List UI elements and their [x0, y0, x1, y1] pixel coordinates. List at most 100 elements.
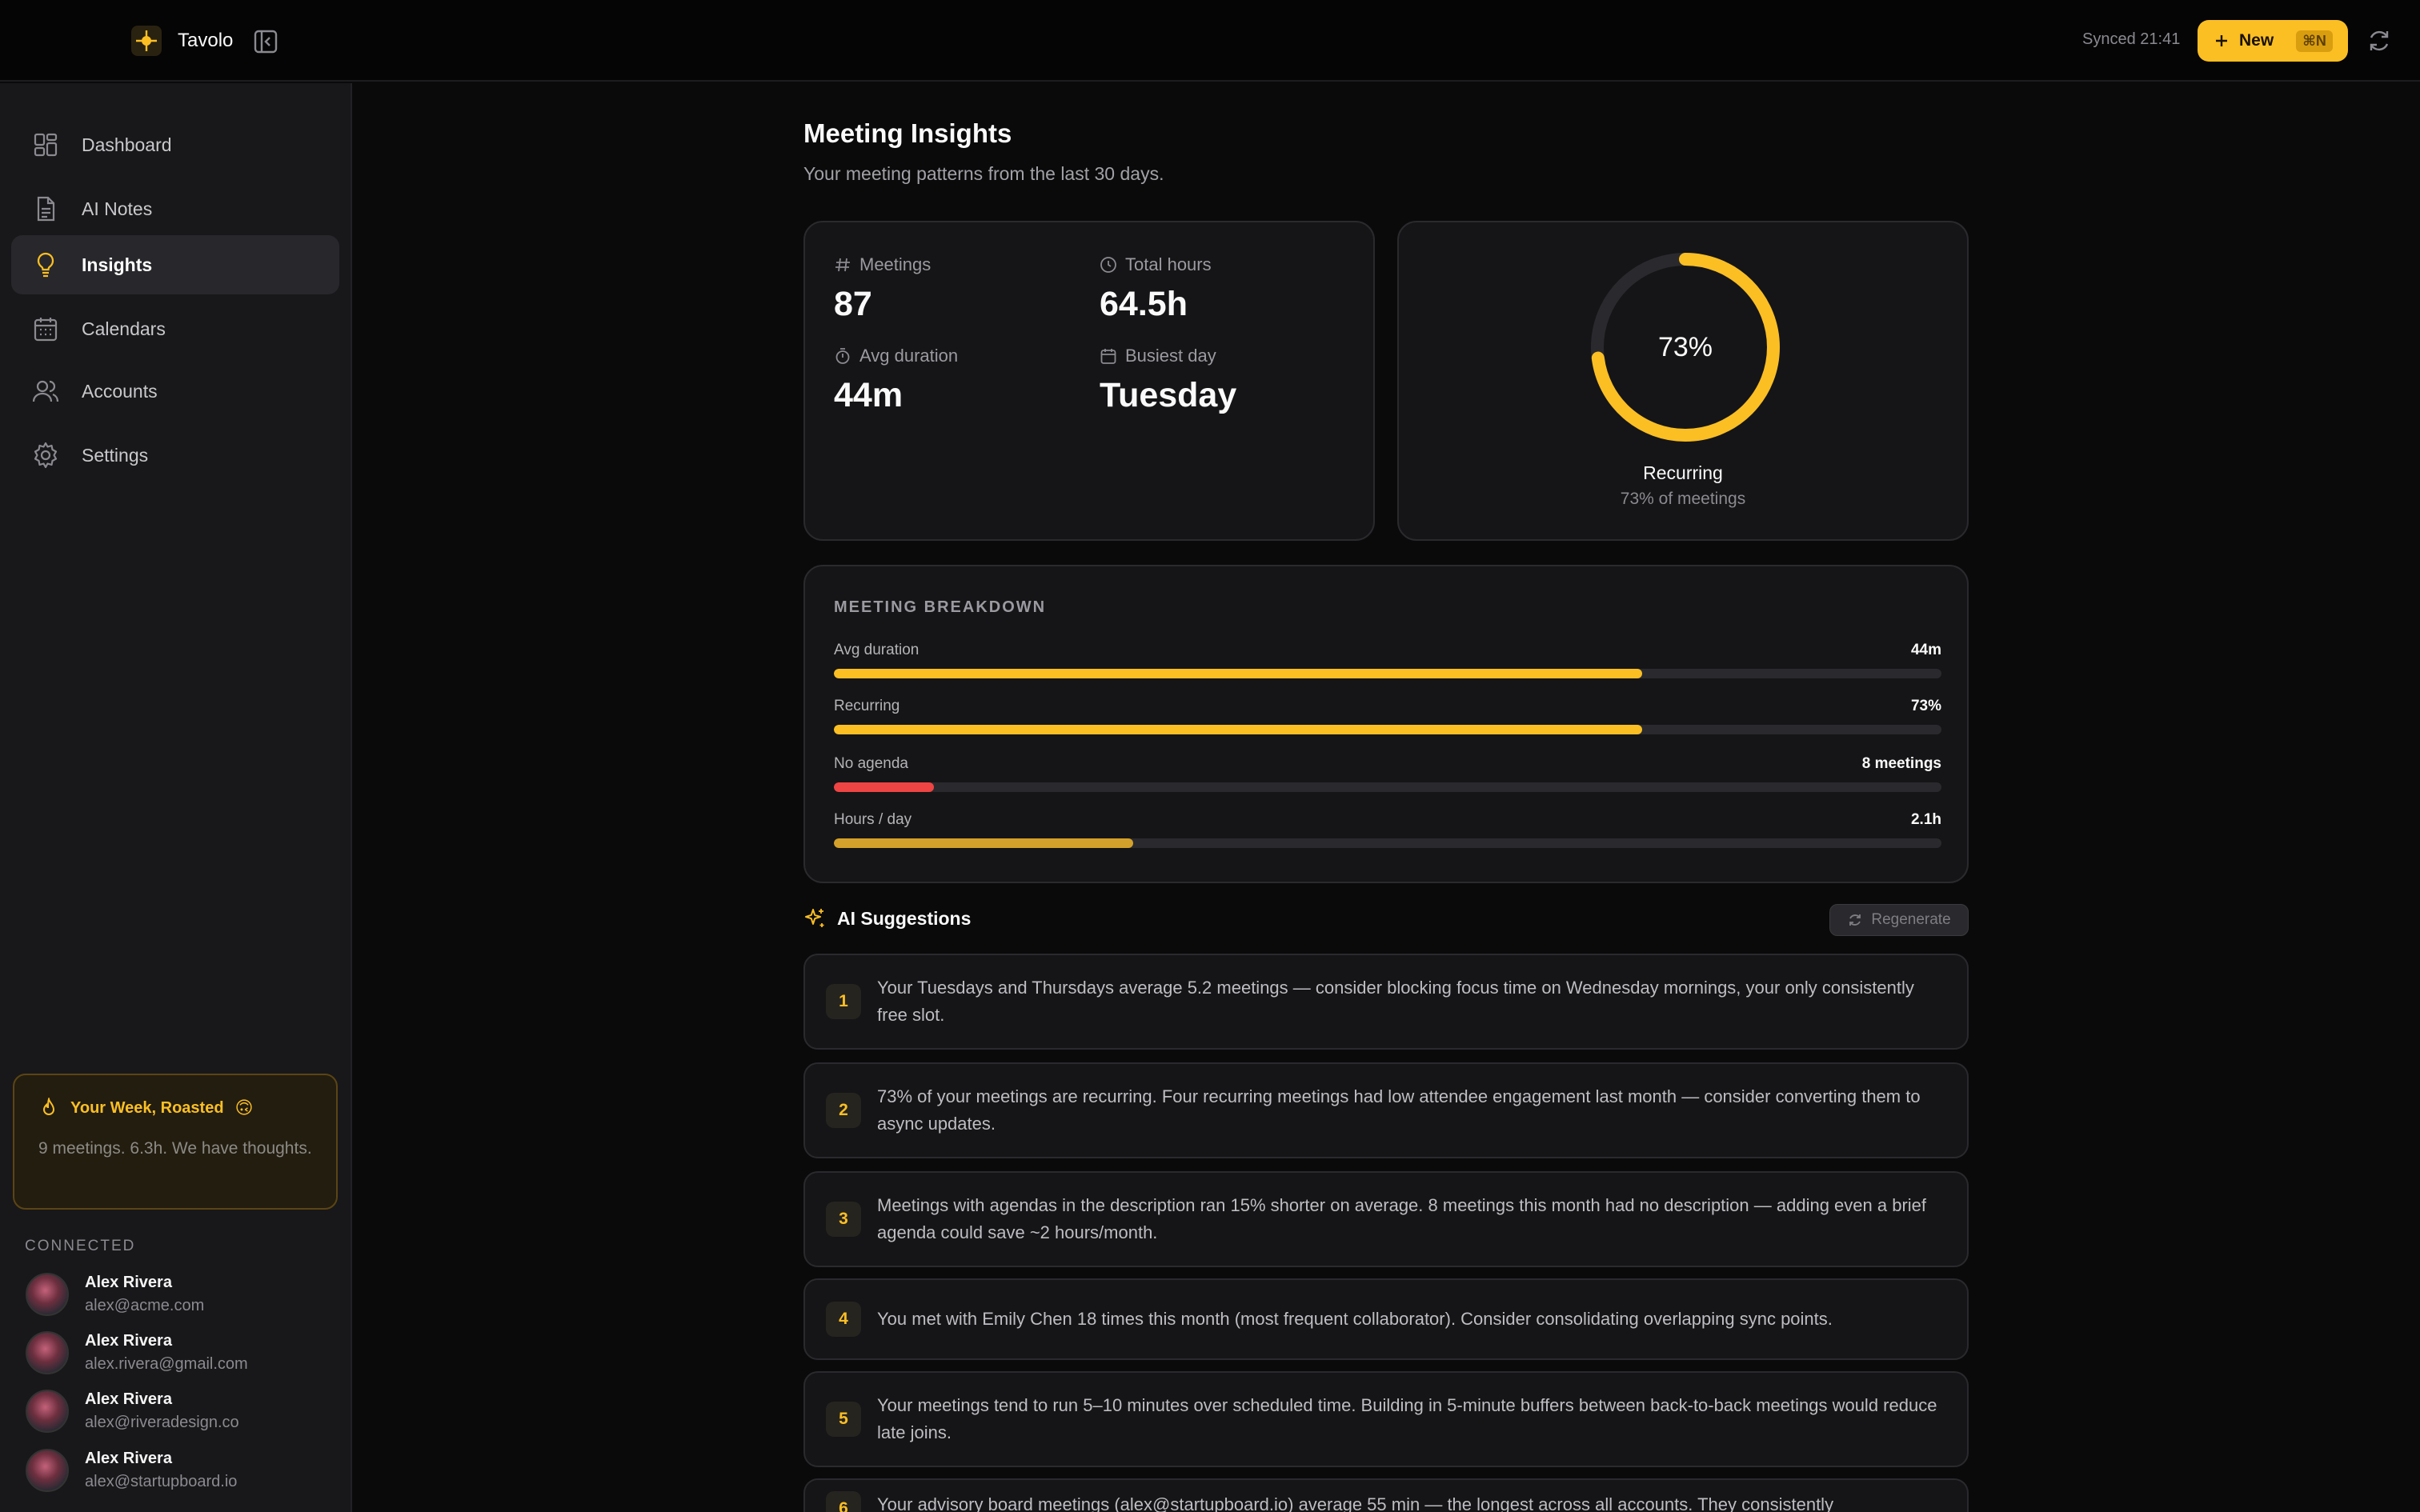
stat-busiest-day: Busiest day Tuesday — [1100, 346, 1236, 415]
suggestion-number: 6 — [826, 1491, 861, 1512]
recurring-ring: 73% — [1588, 250, 1783, 445]
breakdown-bar-fill — [834, 838, 1133, 848]
suggestion-item[interactable]: 2 73% of your meetings are recurring. Fo… — [803, 1062, 1969, 1158]
avatar — [26, 1390, 69, 1433]
collapse-sidebar-button[interactable] — [253, 29, 278, 54]
ai-suggestions-title-text: AI Suggestions — [837, 907, 972, 929]
flame-icon — [42, 1098, 55, 1115]
account-name: Alex Rivera — [85, 1274, 172, 1291]
page-title: Meeting Insights — [803, 118, 1012, 148]
recurring-sub: 73% of meetings — [1620, 490, 1746, 508]
new-button[interactable]: New ⌘N — [2198, 20, 2348, 62]
roast-text: 9 meetings. 6.3h. We have thoughts. — [38, 1139, 312, 1158]
avatar — [26, 1331, 69, 1374]
breakdown-value: 44m — [1910, 642, 1941, 658]
stat-total-hours: Total hours 64.5h — [1100, 254, 1212, 324]
suggestion-number: 1 — [826, 984, 861, 1019]
roast-title: Your Week, Roasted 🙃 — [38, 1098, 312, 1118]
meeting-breakdown-card: MEETING BREAKDOWN Avg duration 44m Recurr… — [803, 565, 1969, 883]
regenerate-button[interactable]: Regenerate — [1829, 904, 1969, 936]
connected-account[interactable]: Alex Rivera alex.rivera@gmail.com — [26, 1327, 338, 1378]
calendar-icon — [34, 318, 58, 342]
plus-icon — [2216, 35, 2227, 46]
recurring-card: 73% Recurring 73% of meetings — [1397, 221, 1969, 541]
sidebar-item-label: Settings — [82, 444, 149, 466]
sidebar-item-label: Calendars — [82, 318, 166, 339]
ai-suggestions-header: AI Suggestions Regenerate — [803, 904, 1969, 938]
breakdown-label: No agenda — [834, 755, 908, 772]
regenerate-label: Regenerate — [1871, 911, 1951, 928]
avatar — [26, 1449, 69, 1492]
sidebar-item-insights[interactable]: Insights — [11, 235, 339, 294]
refresh-button[interactable] — [2366, 27, 2393, 54]
sparkles-icon — [805, 909, 824, 927]
stat-label: Avg duration — [859, 346, 959, 366]
breakdown-label: Recurring — [834, 698, 900, 714]
suggestion-text: Your meetings tend to run 5–10 minutes o… — [877, 1395, 1937, 1442]
refresh-icon — [2370, 30, 2389, 51]
users-icon — [32, 380, 59, 402]
suggestion-number: 4 — [826, 1302, 861, 1337]
suggestion-text: Your advisory board meetings (alex@start… — [877, 1494, 1834, 1512]
breakdown-title: MEETING BREAKDOWN — [834, 598, 1047, 616]
breakdown-value: 73% — [1910, 698, 1941, 714]
stat-label: Total hours — [1125, 254, 1212, 274]
gear-icon — [34, 442, 58, 469]
sidebar: Dashboard AI Notes Insights Calendars Ac… — [0, 83, 352, 1512]
hash-icon — [835, 258, 850, 272]
ai-suggestions-title: AI Suggestions — [803, 907, 971, 930]
account-email: alex@acme.com — [85, 1297, 205, 1314]
brand[interactable]: Tavolo — [131, 26, 233, 56]
refresh-icon — [1849, 914, 1861, 926]
sidebar-item-ai-notes[interactable]: AI Notes — [11, 179, 339, 238]
breakdown-bar-track — [834, 669, 1941, 678]
weekly-roast-card[interactable]: Your Week, Roasted 🙃 9 meetings. 6.3h. W… — [13, 1074, 338, 1210]
breakdown-value: 8 meetings — [1861, 755, 1941, 772]
breakdown-bar-fill — [834, 782, 934, 792]
suggestion-text: 73% of your meetings are recurring. Four… — [877, 1086, 1921, 1134]
suggestion-item[interactable]: 3 Meetings with agendas in the descripti… — [803, 1171, 1969, 1267]
top-bar: Tavolo Synced 21:41 New ⌘N — [0, 0, 2420, 82]
sidebar-item-label: Insights — [82, 254, 153, 275]
breakdown-bar-fill — [834, 725, 1643, 734]
stat-value: 87 — [834, 285, 872, 323]
stat-value: Tuesday — [1100, 376, 1237, 414]
sidebar-item-settings[interactable]: Settings — [11, 426, 339, 485]
sidebar-item-label: Accounts — [82, 380, 158, 402]
suggestion-number: 5 — [826, 1402, 861, 1437]
sidebar-item-accounts[interactable]: Accounts — [11, 362, 339, 421]
lightbulb-icon — [37, 252, 54, 278]
suggestion-item[interactable]: 1 Your Tuesdays and Thursdays average 5.… — [803, 954, 1969, 1050]
new-shortcut-badge: ⌘N — [2296, 30, 2333, 52]
new-button-label: New — [2239, 31, 2274, 50]
breakdown-row-recurring: Recurring 73% — [834, 698, 1941, 734]
recurring-percent: 73% — [1657, 331, 1713, 362]
dashboard-icon — [34, 133, 58, 157]
suggestion-item[interactable]: 4 You met with Emily Chen 18 times this … — [803, 1278, 1969, 1360]
breakdown-label: Avg duration — [834, 642, 920, 658]
account-name: Alex Rivera — [85, 1390, 172, 1408]
sidebar-item-dashboard[interactable]: Dashboard — [11, 115, 339, 174]
avatar — [26, 1273, 69, 1316]
connected-account[interactable]: Alex Rivera alex@acme.com — [26, 1269, 338, 1320]
stat-value: 44m — [834, 376, 903, 414]
account-email: alex@riveradesign.co — [85, 1414, 239, 1431]
suggestion-number: 2 — [826, 1093, 861, 1128]
breakdown-value: 2.1h — [1910, 811, 1941, 828]
sync-status: Synced 21:41 — [2082, 30, 2181, 48]
breakdown-row-avg-duration: Avg duration 44m — [834, 642, 1941, 678]
page-subtitle: Your meeting patterns from the last 30 d… — [803, 163, 1164, 184]
breakdown-bar-track — [834, 725, 1941, 734]
roast-emoji: 🙃 — [234, 1098, 254, 1118]
suggestion-item[interactable]: 6 Your advisory board meetings (alex@sta… — [803, 1478, 1969, 1512]
roast-title-text: Your Week, Roasted — [70, 1098, 224, 1117]
suggestion-item[interactable]: 5 Your meetings tend to run 5–10 minutes… — [803, 1371, 1969, 1467]
connected-account[interactable]: Alex Rivera alex@startupboard.io — [26, 1445, 338, 1496]
sidebar-item-label: Dashboard — [82, 134, 172, 155]
stat-label: Busiest day — [1125, 346, 1216, 366]
calendar-small-icon — [1100, 349, 1116, 364]
connected-account[interactable]: Alex Rivera alex@riveradesign.co — [26, 1386, 338, 1437]
breakdown-label: Hours / day — [834, 811, 912, 828]
account-name: Alex Rivera — [85, 1332, 172, 1350]
sidebar-item-calendars[interactable]: Calendars — [11, 299, 339, 358]
